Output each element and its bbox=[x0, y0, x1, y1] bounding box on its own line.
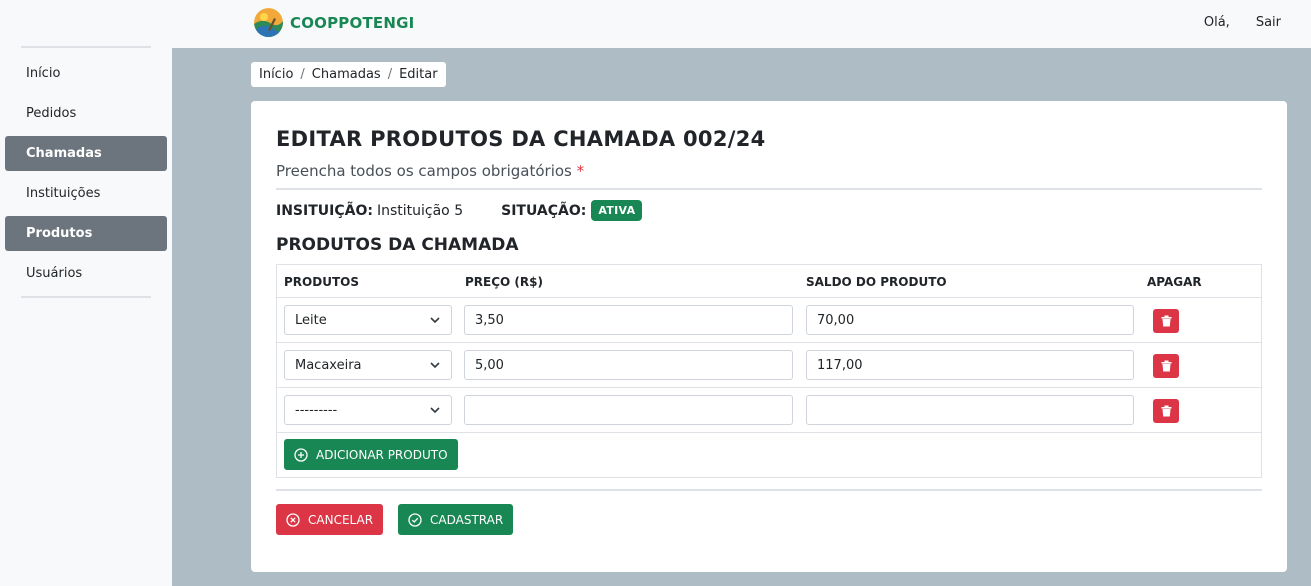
x-circle-icon bbox=[286, 512, 300, 527]
table-header: PRODUTOS PREÇO (R$) SALDO DO PRODUTO APA… bbox=[277, 265, 1261, 298]
sidebar-item-produtos[interactable]: Produtos bbox=[5, 216, 167, 251]
status-label: SITUAÇÃO: bbox=[501, 202, 587, 219]
trash-icon bbox=[1161, 360, 1171, 372]
cooperative-logo-icon bbox=[254, 8, 283, 37]
save-button[interactable]: CADASTRAR bbox=[398, 504, 514, 535]
table-row: Macaxeira 5,00 117,00 bbox=[277, 343, 1261, 388]
status-badge: ATIVA bbox=[591, 200, 643, 221]
header-delete: APAGAR bbox=[1147, 275, 1202, 289]
breadcrumb-home[interactable]: Início bbox=[259, 67, 293, 82]
sidebar-item-inicio[interactable]: Início bbox=[5, 56, 167, 91]
required-mark: * bbox=[576, 162, 585, 180]
breadcrumb: Início / Chamadas / Editar bbox=[251, 62, 446, 87]
table-row: Leite 3,50 70,00 bbox=[277, 298, 1261, 343]
greeting-link[interactable]: Olá, bbox=[1204, 15, 1230, 30]
product-select-value: Leite bbox=[295, 312, 327, 328]
cancel-label: CANCELAR bbox=[308, 512, 374, 527]
check-circle-icon bbox=[408, 512, 422, 527]
balance-input[interactable] bbox=[806, 395, 1134, 425]
header-products: PRODUTOS bbox=[284, 275, 359, 289]
sidebar: Início Pedidos Chamadas Instituições Pro… bbox=[0, 46, 172, 586]
sidebar-divider-top bbox=[21, 46, 151, 48]
call-info: INSITUIÇÃO: Instituição 5 SITUAÇÃO: ATIV… bbox=[276, 200, 643, 221]
divider bbox=[276, 489, 1262, 491]
header-price: PREÇO (R$) bbox=[465, 275, 543, 289]
plus-circle-icon bbox=[294, 447, 308, 462]
table-row: --------- bbox=[277, 388, 1261, 433]
add-product-button[interactable]: ADICIONAR PRODUTO bbox=[284, 439, 458, 470]
subtitle-text: Preencha todos os campos obrigatórios bbox=[276, 162, 572, 180]
delete-row-button[interactable] bbox=[1153, 354, 1179, 378]
table-add-row: ADICIONAR PRODUTO bbox=[277, 433, 1261, 477]
balance-input[interactable]: 70,00 bbox=[806, 305, 1134, 335]
price-input[interactable]: 5,00 bbox=[464, 350, 793, 380]
products-table: PRODUTOS PREÇO (R$) SALDO DO PRODUTO APA… bbox=[276, 264, 1262, 478]
divider bbox=[276, 188, 1262, 190]
price-input[interactable] bbox=[464, 395, 793, 425]
brand[interactable]: COOPPOTENGI bbox=[254, 8, 414, 37]
sidebar-item-pedidos[interactable]: Pedidos bbox=[5, 96, 167, 131]
header-balance: SALDO DO PRODUTO bbox=[806, 275, 947, 289]
breadcrumb-section[interactable]: Chamadas bbox=[312, 67, 381, 82]
sidebar-item-instituicoes[interactable]: Instituições bbox=[5, 176, 167, 211]
product-select[interactable]: --------- bbox=[284, 395, 452, 425]
delete-row-button[interactable] bbox=[1153, 309, 1179, 333]
breadcrumb-separator: / bbox=[300, 67, 305, 82]
edit-card: EDITAR PRODUTOS DA CHAMADA 002/24 Preenc… bbox=[251, 101, 1287, 572]
sidebar-item-chamadas[interactable]: Chamadas bbox=[5, 136, 167, 171]
save-label: CADASTRAR bbox=[430, 512, 504, 527]
chevron-down-icon bbox=[430, 407, 440, 414]
sidebar-divider-bottom bbox=[21, 296, 151, 298]
product-select-value: --------- bbox=[295, 402, 338, 418]
section-title: PRODUTOS DA CHAMADA bbox=[276, 235, 519, 255]
cancel-button[interactable]: CANCELAR bbox=[276, 504, 384, 535]
logout-link[interactable]: Sair bbox=[1256, 15, 1281, 30]
product-select-value: Macaxeira bbox=[295, 357, 362, 373]
product-select[interactable]: Leite bbox=[284, 305, 452, 335]
sidebar-item-usuarios[interactable]: Usuários bbox=[5, 256, 167, 291]
top-navbar: COOPPOTENGI Olá, Sair bbox=[0, 0, 1311, 48]
chevron-down-icon bbox=[430, 362, 440, 369]
trash-icon bbox=[1161, 405, 1171, 417]
main-content: Início / Chamadas / Editar EDITAR PRODUT… bbox=[172, 48, 1311, 586]
breadcrumb-current: Editar bbox=[399, 67, 438, 82]
page-title: EDITAR PRODUTOS DA CHAMADA 002/24 bbox=[276, 127, 766, 151]
price-input[interactable]: 3,50 bbox=[464, 305, 793, 335]
institution-label: INSITUIÇÃO: bbox=[276, 202, 373, 219]
product-select[interactable]: Macaxeira bbox=[284, 350, 452, 380]
breadcrumb-separator: / bbox=[387, 67, 393, 82]
add-product-label: ADICIONAR PRODUTO bbox=[316, 447, 448, 462]
chevron-down-icon bbox=[430, 317, 440, 324]
balance-input[interactable]: 117,00 bbox=[806, 350, 1134, 380]
trash-icon bbox=[1161, 315, 1171, 327]
brand-name: COOPPOTENGI bbox=[290, 13, 415, 32]
delete-row-button[interactable] bbox=[1153, 399, 1179, 423]
page-subtitle: Preencha todos os campos obrigatórios * bbox=[276, 162, 584, 180]
institution-value: Instituição 5 bbox=[376, 202, 464, 219]
